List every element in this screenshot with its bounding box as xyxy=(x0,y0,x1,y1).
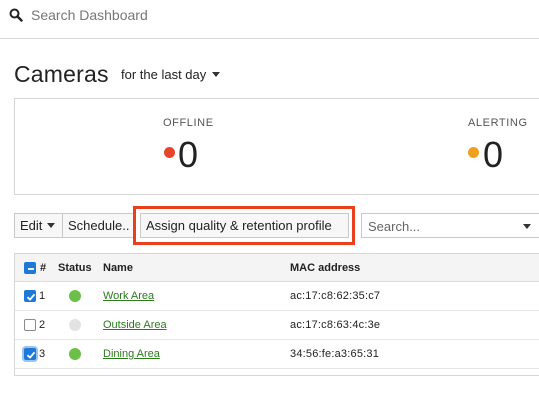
alerting-label: ALERTING xyxy=(468,117,528,129)
table-row[interactable]: 1 Work Area ac:17:c8:62:35:c7 xyxy=(15,282,539,311)
row-number: 2 xyxy=(39,319,46,331)
row-checkbox[interactable] xyxy=(24,319,36,331)
row-number: 3 xyxy=(39,348,46,360)
chevron-down-icon xyxy=(47,223,56,228)
stats-card: OFFLINE 0 ALERTING 0 xyxy=(14,98,539,195)
table-row[interactable]: 3 Dining Area 34:56:fe:a3:65:31 xyxy=(15,340,539,369)
timespan-label: for the last day xyxy=(121,67,207,82)
chevron-down-icon xyxy=(212,72,221,77)
table-header: # Status Name MAC address xyxy=(15,254,539,282)
column-header-num[interactable]: # xyxy=(40,262,46,274)
checkmark-icon xyxy=(26,293,36,301)
search-icon xyxy=(9,8,23,22)
checkmark-icon xyxy=(26,351,36,359)
column-header-status[interactable]: Status xyxy=(58,262,92,274)
offline-dot xyxy=(164,147,175,158)
timespan-dropdown[interactable]: for the last day xyxy=(121,67,221,82)
alerting-count: 0 xyxy=(483,134,504,175)
page-title: Cameras xyxy=(14,61,109,87)
status-dot xyxy=(69,348,81,360)
edit-label: Edit xyxy=(20,218,43,233)
mac-address: ac:17:c8:63:4c:3e xyxy=(290,319,381,331)
mac-address: ac:17:c8:62:35:c7 xyxy=(290,290,381,302)
select-all-checkbox[interactable] xyxy=(24,262,36,274)
column-header-name[interactable]: Name xyxy=(103,262,133,274)
alerting-dot xyxy=(468,147,479,158)
row-checkbox[interactable] xyxy=(24,290,36,302)
offline-label: OFFLINE xyxy=(163,117,214,129)
camera-name-link[interactable]: Outside Area xyxy=(103,319,167,331)
edit-dropdown-button[interactable]: Edit xyxy=(14,213,63,238)
table-search-input[interactable] xyxy=(368,217,518,235)
row-checkbox[interactable] xyxy=(24,348,36,360)
camera-name-link[interactable]: Dining Area xyxy=(103,348,160,360)
camera-name-link[interactable]: Work Area xyxy=(103,290,154,302)
dashboard-search-bar xyxy=(0,0,539,39)
dashboard-search-input[interactable] xyxy=(31,5,471,25)
table-row[interactable]: 2 Outside Area ac:17:c8:63:4c:3e xyxy=(15,311,539,340)
mac-address: 34:56:fe:a3:65:31 xyxy=(290,348,380,360)
cameras-table: # Status Name MAC address 1 Work Area ac… xyxy=(14,253,539,376)
chevron-down-icon[interactable] xyxy=(523,224,531,229)
status-dot xyxy=(69,290,81,302)
offline-count: 0 xyxy=(178,134,199,175)
row-number: 1 xyxy=(39,290,46,302)
schedule-label: Schedule.. xyxy=(68,218,130,233)
status-dot xyxy=(69,319,81,331)
dashboard-page: Cameras for the last day OFFLINE 0 ALERT… xyxy=(0,0,539,393)
highlight-box xyxy=(133,206,355,245)
minus-icon xyxy=(28,268,34,270)
schedule-button[interactable]: Schedule.. xyxy=(62,213,135,238)
table-search-field[interactable] xyxy=(361,213,539,238)
column-header-mac[interactable]: MAC address xyxy=(290,262,360,274)
